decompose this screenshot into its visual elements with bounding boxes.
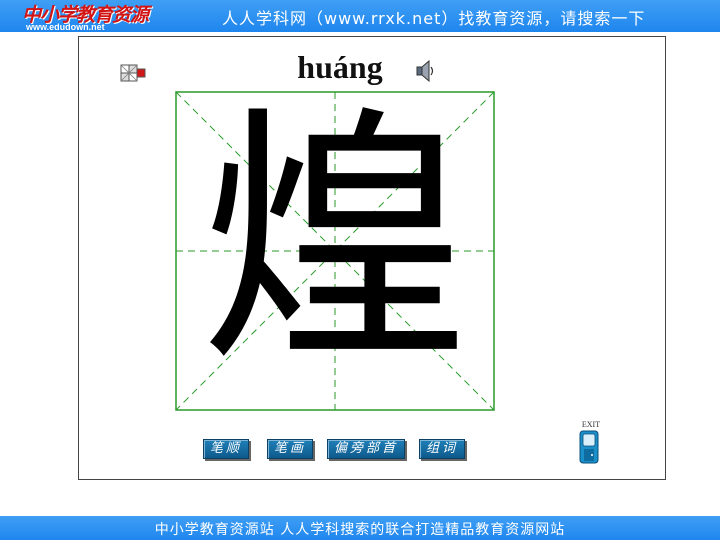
footer-text: 中小学教育资源站 人人学科搜索的联合打造精品教育资源网站 xyxy=(154,522,566,538)
bottom-banner: 中小学教育资源站 人人学科搜索的联合打造精品教育资源网站 xyxy=(0,516,720,540)
word-building-button[interactable]: 组词 xyxy=(419,439,465,459)
exit-door-icon[interactable] xyxy=(579,430,599,464)
lesson-frame: huáng 煌 笔顺 笔画 偏旁部首 组词 EXIT xyxy=(78,36,666,480)
top-banner: 中小学教育资源 www.edudown.net 人人学科网（www.rrxk.n… xyxy=(0,0,720,32)
header-slogan: 人人学科网（www.rrxk.net）找教育资源，请搜索一下 xyxy=(222,9,646,28)
character-display: 煌 xyxy=(200,83,470,398)
grid-tool-icon[interactable] xyxy=(117,61,147,87)
radical-button[interactable]: 偏旁部首 xyxy=(327,439,405,459)
stroke-order-button[interactable]: 笔顺 xyxy=(203,439,249,459)
site-logo-url: www.edudown.net xyxy=(26,22,105,32)
speaker-icon[interactable] xyxy=(415,59,437,83)
strokes-button[interactable]: 笔画 xyxy=(267,439,313,459)
exit-label: EXIT xyxy=(581,420,601,429)
